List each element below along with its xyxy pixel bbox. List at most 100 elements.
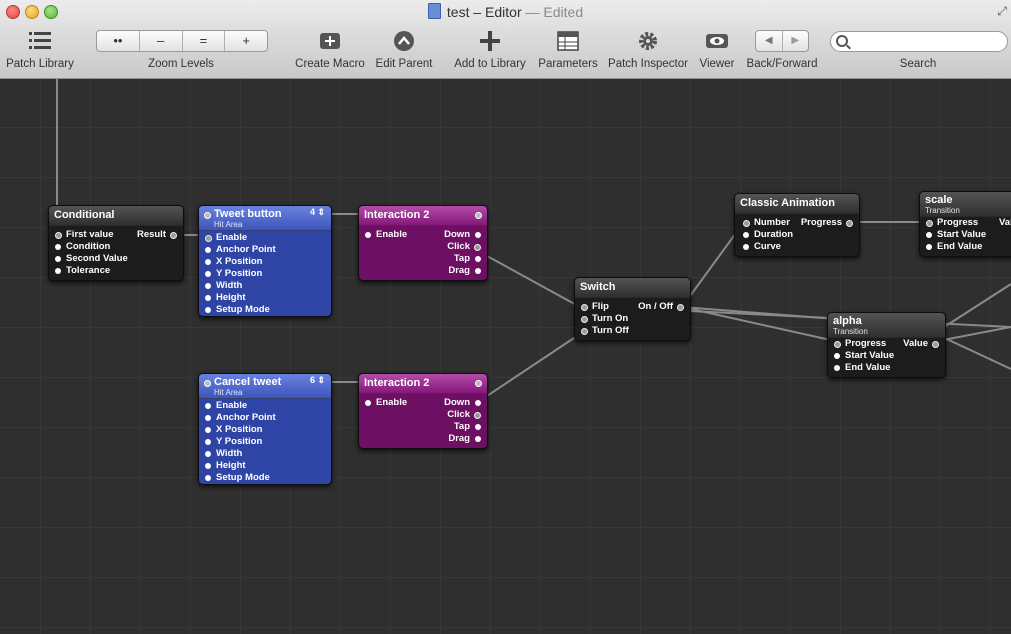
zoom-actual-button[interactable]: ••	[97, 31, 140, 51]
create-macro-icon	[320, 33, 340, 49]
input-end-value[interactable]: End Value	[834, 362, 890, 374]
input-x-position[interactable]: X Position	[205, 424, 262, 436]
input-end-value[interactable]: End Value	[926, 241, 982, 253]
patch-tweet-button[interactable]: Tweet button Hit Area 4 ⇕ Enable Anchor …	[198, 205, 332, 317]
output-progress[interactable]: Progress	[801, 217, 853, 229]
patch-header: Interaction 2	[359, 374, 487, 394]
viewer-button[interactable]: Viewer	[696, 28, 738, 70]
input-progress[interactable]: Progress	[926, 217, 978, 229]
header-port-dot[interactable]	[204, 212, 211, 219]
input-duration[interactable]: Duration	[743, 229, 793, 241]
zoom-fit-button[interactable]: =	[183, 31, 226, 51]
input-turn-off[interactable]: Turn Off	[581, 325, 629, 337]
input-enable[interactable]: Enable	[365, 397, 407, 409]
patch-header: scale Transition	[920, 192, 1011, 217]
patch-inspector-label: Patch Inspector	[608, 58, 688, 70]
patch-classic-animation[interactable]: Classic Animation Number Duration Curve …	[734, 193, 860, 257]
wire-alpha-out-3	[937, 334, 1011, 370]
input-start-value[interactable]: Start Value	[926, 229, 986, 241]
patch-inspector-button[interactable]: Patch Inspector	[606, 28, 690, 70]
header-port-dot[interactable]	[475, 212, 482, 219]
viewer-label: Viewer	[699, 58, 735, 70]
input-height[interactable]: Height	[205, 292, 246, 304]
parameters-button[interactable]: Parameters	[536, 28, 600, 70]
patch-count[interactable]: 4 ⇕	[310, 206, 325, 218]
patch-interaction-top[interactable]: Interaction 2 Enable Down Click Tap Drag	[358, 205, 488, 281]
input-anchor-point[interactable]: Anchor Point	[205, 244, 276, 256]
plus-icon	[480, 31, 500, 51]
patch-switch[interactable]: Switch Flip Turn On Turn Off On / Off	[574, 277, 691, 341]
search-icon	[836, 35, 848, 47]
output-down[interactable]: Down	[444, 229, 481, 241]
patch-title: Classic Animation	[735, 194, 859, 214]
output-drag[interactable]: Drag	[448, 433, 481, 445]
input-setup-mode[interactable]: Setup Mode	[205, 304, 270, 316]
wire-alpha-out-2	[937, 326, 1011, 342]
output-value[interactable]: Value	[903, 338, 939, 350]
input-y-position[interactable]: Y Position	[205, 268, 262, 280]
output-value[interactable]: Val	[999, 217, 1011, 229]
patch-scale[interactable]: scale Transition Progress Start Value En…	[919, 191, 1011, 257]
create-macro-button[interactable]: Create Macro	[294, 28, 366, 70]
back-forward-label: Back/Forward	[746, 58, 818, 70]
parameters-label: Parameters	[538, 58, 598, 70]
input-flip[interactable]: Flip	[581, 301, 609, 313]
input-progress[interactable]: Progress	[834, 338, 886, 350]
input-start-value[interactable]: Start Value	[834, 350, 894, 362]
input-enable[interactable]: Enable	[205, 232, 247, 244]
search-field[interactable]	[830, 31, 1008, 52]
input-width[interactable]: Width	[205, 448, 242, 460]
input-second-value[interactable]: Second Value	[55, 253, 128, 265]
patch-title: Conditional	[49, 206, 183, 226]
input-curve[interactable]: Curve	[743, 241, 781, 253]
patch-interaction-bottom[interactable]: Interaction 2 Enable Down Click Tap Drag	[358, 373, 488, 449]
header-port-dot[interactable]	[204, 380, 211, 387]
patch-count[interactable]: 6 ⇕	[310, 374, 325, 386]
input-tolerance[interactable]: Tolerance	[55, 265, 110, 277]
input-anchor-point[interactable]: Anchor Point	[205, 412, 276, 424]
header-port-dot[interactable]	[475, 380, 482, 387]
patch-subtitle: Transition	[833, 327, 868, 336]
input-first-value[interactable]: First value	[55, 229, 114, 241]
up-arrow-icon	[394, 31, 414, 51]
fullscreen-icon[interactable]: ⤢	[997, 4, 1007, 19]
input-width[interactable]: Width	[205, 280, 242, 292]
input-turn-on[interactable]: Turn On	[581, 313, 628, 325]
output-drag[interactable]: Drag	[448, 265, 481, 277]
window-mode: Editor	[485, 4, 522, 20]
zoom-levels-control: •• – = +	[96, 30, 268, 52]
search-input[interactable]	[851, 33, 1005, 51]
output-on-off[interactable]: On / Off	[638, 301, 684, 313]
zoom-out-button[interactable]: –	[140, 31, 183, 51]
window-toolbar: test – Editor — Edited ⤢ Patch Library •…	[0, 0, 1011, 79]
output-click[interactable]: Click	[447, 409, 481, 421]
edit-parent-button[interactable]: Edit Parent	[372, 28, 436, 70]
input-setup-mode[interactable]: Setup Mode	[205, 472, 270, 484]
document-name: test	[446, 4, 470, 20]
output-tap[interactable]: Tap	[454, 253, 481, 265]
output-click[interactable]: Click	[447, 241, 481, 253]
eye-icon	[706, 34, 728, 48]
input-x-position[interactable]: X Position	[205, 256, 262, 268]
input-height[interactable]: Height	[205, 460, 246, 472]
input-condition[interactable]: Condition	[55, 241, 110, 253]
patch-alpha[interactable]: alpha Transition Progress Start Value En…	[827, 312, 946, 378]
output-result[interactable]: Result	[137, 229, 177, 241]
editor-canvas[interactable]: Conditional First value Condition Second…	[0, 79, 1011, 634]
input-y-position[interactable]: Y Position	[205, 436, 262, 448]
forward-button[interactable]: ▶	[783, 31, 809, 51]
input-number[interactable]: Number	[743, 217, 790, 229]
add-to-library-button[interactable]: Add to Library	[448, 28, 532, 70]
document-icon	[427, 3, 441, 19]
output-tap[interactable]: Tap	[454, 421, 481, 433]
patch-library-button[interactable]: Patch Library	[0, 28, 80, 70]
input-enable[interactable]: Enable	[205, 400, 247, 412]
wire-down-to-flip	[477, 333, 581, 403]
edit-parent-label: Edit Parent	[375, 58, 433, 70]
input-enable[interactable]: Enable	[365, 229, 407, 241]
zoom-in-button[interactable]: +	[225, 31, 267, 51]
patch-conditional[interactable]: Conditional First value Condition Second…	[48, 205, 184, 281]
output-down[interactable]: Down	[444, 397, 481, 409]
back-button[interactable]: ◀	[756, 31, 783, 51]
patch-cancel-tweet[interactable]: Cancel tweet Hit Area 6 ⇕ Enable Anchor …	[198, 373, 332, 485]
